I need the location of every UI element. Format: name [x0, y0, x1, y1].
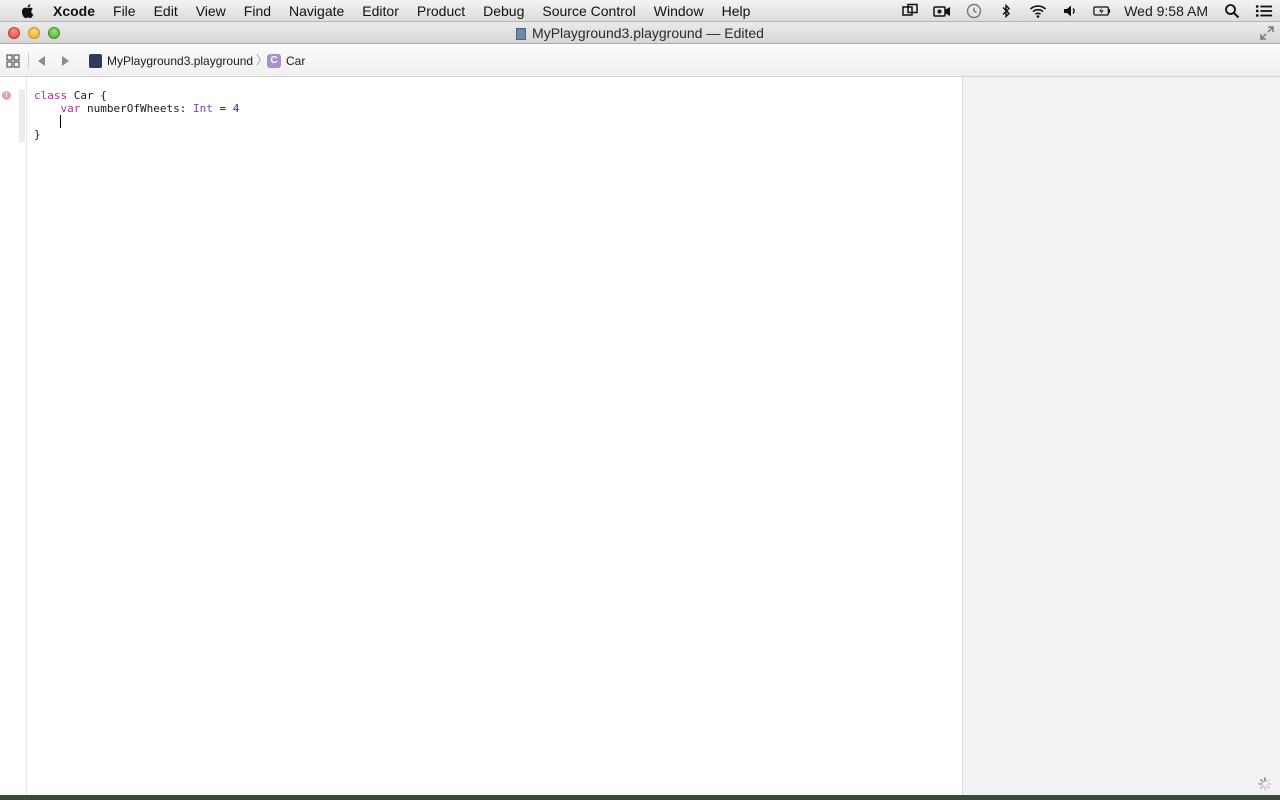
breadcrumb-class-label: Car — [286, 53, 306, 68]
property-name: numberOfWheets: — [80, 102, 193, 115]
video-camera-icon[interactable] — [932, 3, 952, 19]
breadcrumb-playground-file[interactable]: MyPlayground3.playground — [89, 44, 253, 77]
fullscreen-icon[interactable] — [1260, 26, 1274, 40]
menu-file[interactable]: File — [104, 3, 145, 19]
menu-help[interactable]: Help — [713, 3, 760, 19]
notification-center-icon[interactable] — [1254, 3, 1274, 19]
text-cursor — [60, 115, 61, 128]
apple-icon[interactable] — [19, 2, 37, 20]
menu-debug[interactable]: Debug — [474, 3, 533, 19]
menu-edit[interactable]: Edit — [145, 3, 187, 19]
volume-icon[interactable] — [1060, 3, 1080, 19]
menu-view[interactable]: View — [187, 3, 235, 19]
spotlight-search-icon[interactable] — [1222, 3, 1242, 19]
window-title-bar: MyPlayground3.playground — Edited — [0, 22, 1280, 44]
class-declaration: Car { — [67, 89, 107, 102]
class-icon: C — [267, 53, 281, 68]
menu-bar: Xcode File Edit View Find Navigate Edito… — [0, 0, 1280, 22]
desktop-background — [0, 795, 1280, 800]
code-folding-ribbon[interactable] — [19, 90, 25, 142]
results-sidebar[interactable] — [962, 77, 1280, 795]
menu-app-xcode[interactable]: Xcode — [53, 3, 104, 19]
code-line-3 — [34, 115, 239, 128]
menu-source-control[interactable]: Source Control — [533, 3, 644, 19]
battery-icon[interactable] — [1092, 3, 1112, 19]
source-editor[interactable]: ! class Car { var numberOfWheets: Int = … — [0, 77, 962, 795]
window-title: MyPlayground3.playground — Edited — [0, 22, 1280, 44]
error-indicator-icon[interactable]: ! — [2, 91, 11, 100]
code-line-4: } — [34, 128, 239, 141]
breadcrumb-file-label: MyPlayground3.playground — [107, 53, 254, 68]
jump-bar: MyPlayground3.playground 〉 C Car — [0, 44, 1280, 77]
back-arrow-icon[interactable] — [36, 55, 46, 67]
closing-brace: } — [34, 128, 41, 141]
activity-spinner-icon — [1258, 777, 1272, 791]
forward-arrow-icon[interactable] — [61, 55, 71, 67]
code-line-1: class Car { — [34, 89, 239, 102]
jump-bar-divider — [28, 52, 29, 69]
code-text[interactable]: class Car { var numberOfWheets: Int = 4 … — [34, 89, 239, 141]
menu-navigate[interactable]: Navigate — [280, 3, 353, 19]
menubar-clock[interactable]: Wed 9:58 AM — [1124, 3, 1208, 19]
wifi-icon[interactable] — [1028, 3, 1048, 19]
window-title-text: MyPlayground3.playground — Edited — [532, 25, 764, 41]
time-machine-icon[interactable] — [964, 3, 984, 19]
status-menus: Wed 9:58 AM — [894, 0, 1280, 22]
menu-product[interactable]: Product — [408, 3, 474, 19]
related-items-icon[interactable] — [6, 54, 20, 68]
editor-gutter[interactable]: ! — [0, 77, 27, 795]
code-line-2: var numberOfWheets: Int = 4 — [34, 102, 240, 115]
menu-find[interactable]: Find — [235, 3, 280, 19]
bluetooth-icon[interactable] — [996, 3, 1016, 19]
assignment-operator: = — [212, 102, 233, 115]
playground-file-icon — [89, 53, 102, 68]
screen-sharing-icon[interactable] — [900, 3, 920, 19]
number-literal: 4 — [232, 102, 240, 115]
type-int: Int — [192, 102, 213, 115]
keyword-class: class — [34, 89, 68, 102]
breadcrumb-class-car[interactable]: C Car — [267, 44, 305, 77]
keyword-var: var — [60, 102, 81, 115]
menu-editor[interactable]: Editor — [353, 3, 408, 19]
playground-document-icon — [516, 28, 527, 40]
menu-window[interactable]: Window — [645, 3, 713, 19]
